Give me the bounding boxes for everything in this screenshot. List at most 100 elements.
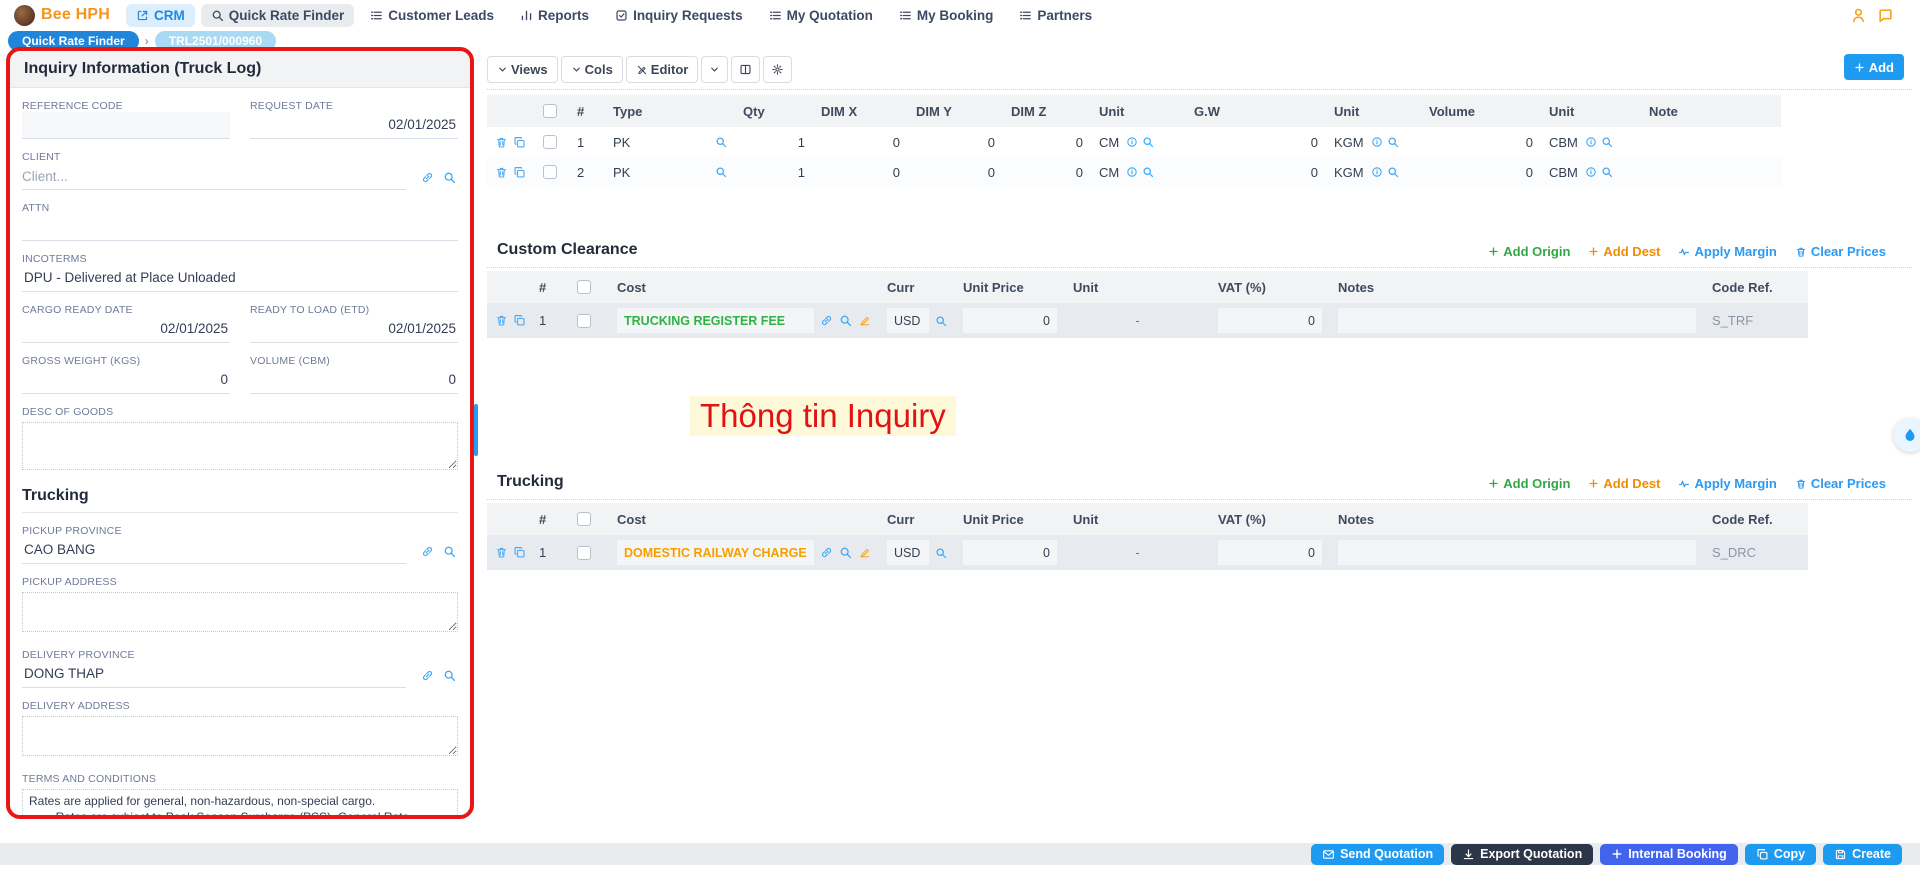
- gw-unit-cell[interactable]: KGM: [1326, 157, 1421, 187]
- nav-item-my-booking[interactable]: My Booking: [889, 4, 1004, 27]
- dimx-cell[interactable]: 0: [813, 157, 908, 187]
- vol-unit-cell[interactable]: CBM: [1541, 157, 1641, 187]
- qty-cell[interactable]: 1: [735, 157, 813, 187]
- delivery-address-textarea[interactable]: [22, 716, 458, 756]
- attn-input[interactable]: [22, 214, 458, 241]
- breadcrumb-root[interactable]: Quick Rate Finder: [8, 31, 139, 51]
- internal-booking-button[interactable]: Internal Booking: [1600, 843, 1738, 865]
- curr-value[interactable]: USD: [887, 540, 929, 565]
- info-icon[interactable]: [1585, 166, 1597, 178]
- info-icon[interactable]: [1371, 166, 1383, 178]
- dim-unit-cell[interactable]: CM: [1091, 157, 1186, 187]
- panel-scrollbar[interactable]: [474, 404, 478, 456]
- more-dropdown-button[interactable]: [701, 56, 729, 83]
- nav-item-partners[interactable]: Partners: [1009, 4, 1102, 27]
- duplicate-row-icon[interactable]: [513, 166, 526, 179]
- reference-code-input[interactable]: [22, 112, 230, 139]
- chat-icon[interactable]: [1877, 7, 1894, 24]
- nav-item-customer-leads[interactable]: Customer Leads: [360, 4, 504, 27]
- search-icon[interactable]: [1601, 166, 1613, 178]
- row-checkbox[interactable]: [577, 545, 591, 560]
- client-input[interactable]: [22, 163, 406, 190]
- export-quotation-button[interactable]: Export Quotation: [1451, 843, 1594, 865]
- gross-weight-value[interactable]: 0: [22, 367, 230, 394]
- curr-value[interactable]: USD: [887, 308, 929, 333]
- delete-row-icon[interactable]: [495, 546, 508, 559]
- delete-row-icon[interactable]: [495, 314, 508, 327]
- notes-input[interactable]: [1338, 540, 1696, 565]
- nav-item-my-quotation[interactable]: My Quotation: [759, 4, 883, 27]
- link-icon[interactable]: [820, 546, 833, 559]
- unit-price-input[interactable]: 0: [963, 540, 1057, 565]
- dimy-cell[interactable]: 0: [908, 127, 1003, 157]
- search-icon[interactable]: [839, 314, 852, 327]
- incoterms-value[interactable]: DPU - Delivered at Place Unloaded: [22, 265, 458, 292]
- note-cell[interactable]: [1641, 127, 1781, 157]
- qty-cell[interactable]: 1: [735, 127, 813, 157]
- dimy-cell[interactable]: 0: [908, 157, 1003, 187]
- editor-button[interactable]: Editor: [625, 56, 699, 83]
- vat-input[interactable]: 0: [1218, 540, 1322, 565]
- select-all-checkbox[interactable]: [577, 512, 591, 526]
- table-settings-button[interactable]: [763, 56, 793, 83]
- user-icon[interactable]: [1850, 7, 1867, 24]
- info-icon[interactable]: [1126, 166, 1138, 178]
- terms-and-conditions-textarea[interactable]: Rates are applied for general, non-hazar…: [22, 789, 458, 815]
- row-checkbox[interactable]: [543, 135, 557, 149]
- search-icon[interactable]: [839, 546, 852, 559]
- ready-to-load-value[interactable]: 02/01/2025: [250, 316, 458, 343]
- row-checkbox[interactable]: [543, 165, 557, 179]
- link-icon[interactable]: [421, 545, 434, 558]
- notes-input[interactable]: [1338, 308, 1696, 333]
- unit-cell[interactable]: -: [1065, 535, 1210, 570]
- search-icon[interactable]: [715, 136, 727, 148]
- pickup-address-textarea[interactable]: [22, 592, 458, 632]
- search-icon[interactable]: [1387, 136, 1399, 148]
- link-icon[interactable]: [421, 171, 434, 184]
- dimz-cell[interactable]: 0: [1003, 127, 1091, 157]
- search-icon[interactable]: [443, 669, 456, 682]
- cost-input[interactable]: DOMESTIC RAILWAY CHARGE: [617, 540, 814, 565]
- delete-row-icon[interactable]: [495, 166, 508, 179]
- unit-cell[interactable]: -: [1065, 303, 1210, 338]
- search-icon[interactable]: [1387, 166, 1399, 178]
- add-cargo-button[interactable]: Add: [1843, 54, 1904, 80]
- clear-prices-link[interactable]: Clear Prices: [1795, 476, 1886, 491]
- gw-cell[interactable]: 0: [1186, 127, 1326, 157]
- duplicate-row-icon[interactable]: [513, 314, 526, 327]
- duplicate-row-icon[interactable]: [513, 546, 526, 559]
- desc-of-goods-textarea[interactable]: [22, 422, 458, 470]
- info-icon[interactable]: [1585, 136, 1597, 148]
- gw-unit-cell[interactable]: KGM: [1326, 127, 1421, 157]
- clear-prices-link[interactable]: Clear Prices: [1795, 244, 1886, 259]
- nav-item-reports[interactable]: Reports: [510, 4, 599, 27]
- search-icon[interactable]: [1142, 136, 1154, 148]
- cargo-ready-date-value[interactable]: 02/01/2025: [22, 316, 230, 343]
- add-origin-link[interactable]: Add Origin: [1488, 476, 1570, 491]
- nav-item-crm[interactable]: CRM: [125, 3, 195, 27]
- link-icon[interactable]: [421, 669, 434, 682]
- select-all-checkbox[interactable]: [577, 280, 591, 294]
- request-date-value[interactable]: 02/01/2025: [250, 112, 458, 139]
- delete-row-icon[interactable]: [495, 136, 508, 149]
- apply-margin-link[interactable]: Apply Margin: [1678, 244, 1777, 259]
- edit-icon[interactable]: [858, 314, 871, 327]
- cost-input[interactable]: TRUCKING REGISTER FEE: [617, 308, 814, 333]
- type-cell[interactable]: PK: [605, 127, 735, 157]
- gw-cell[interactable]: 0: [1186, 157, 1326, 187]
- create-button[interactable]: Create: [1823, 843, 1902, 865]
- vat-input[interactable]: 0: [1218, 308, 1322, 333]
- info-icon[interactable]: [1371, 136, 1383, 148]
- send-quotation-button[interactable]: Send Quotation: [1311, 843, 1445, 865]
- pickup-province-value[interactable]: CAO BANG: [22, 537, 406, 564]
- floating-widget[interactable]: [1893, 418, 1920, 452]
- add-dest-link[interactable]: Add Dest: [1588, 244, 1660, 259]
- dimz-cell[interactable]: 0: [1003, 157, 1091, 187]
- add-origin-link[interactable]: Add Origin: [1488, 244, 1570, 259]
- dim-unit-cell[interactable]: CM: [1091, 127, 1186, 157]
- cols-button[interactable]: Cols: [560, 56, 623, 83]
- apply-margin-link[interactable]: Apply Margin: [1678, 476, 1777, 491]
- vol-unit-cell[interactable]: CBM: [1541, 127, 1641, 157]
- copy-button[interactable]: Copy: [1744, 843, 1817, 865]
- search-icon[interactable]: [443, 171, 456, 184]
